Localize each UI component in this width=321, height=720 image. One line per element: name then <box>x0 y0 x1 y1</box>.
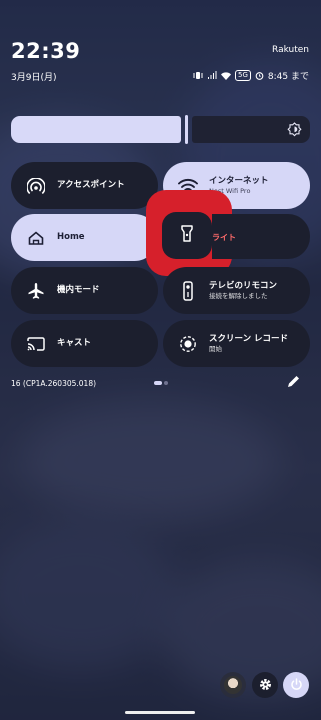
tile-flashlight[interactable] <box>162 212 212 259</box>
tile-screen-record[interactable]: スクリーン レコード 開始 <box>163 320 310 367</box>
tv-remote-icon <box>177 280 199 302</box>
screen-record-icon <box>177 333 199 355</box>
gear-icon <box>259 676 272 695</box>
brightness-fill <box>11 116 181 143</box>
tile-home[interactable]: Home <box>11 214 158 261</box>
status-icons: 5G 8:45 まで <box>193 69 309 82</box>
tile-screen-record-label: スクリーン レコード <box>209 333 289 344</box>
page-dot-active <box>154 381 162 385</box>
wifi-status-icon <box>221 71 232 80</box>
settings-button[interactable] <box>252 672 278 698</box>
brightness-icon <box>287 122 302 141</box>
brightness-thumb[interactable] <box>185 115 188 144</box>
edit-icon[interactable] <box>286 374 301 393</box>
avatar <box>224 676 242 694</box>
hotspot-icon <box>25 175 47 197</box>
alarm-text: 8:45 まで <box>267 72 309 82</box>
tile-tv-remote-sub: 接続を解除しました <box>209 291 268 300</box>
tile-airplane[interactable]: 機内モード <box>11 267 158 314</box>
tile-cast[interactable]: キャスト <box>11 320 158 367</box>
user-avatar-button[interactable] <box>220 672 246 698</box>
brightness-slider[interactable] <box>11 115 310 144</box>
home-icon <box>25 227 47 249</box>
flashlight-icon <box>181 225 193 246</box>
tile-hotspot[interactable]: アクセスポイント <box>11 162 158 209</box>
power-icon <box>290 676 303 695</box>
airplane-icon <box>25 280 47 302</box>
signal-icon <box>207 71 217 80</box>
page-indicator <box>154 381 168 385</box>
tile-flashlight-label-area[interactable]: ライト <box>212 214 310 259</box>
date[interactable]: 3月9日(月) <box>11 70 56 83</box>
tile-cast-label: キャスト <box>57 338 92 348</box>
network-badge: 5G <box>235 70 251 81</box>
tile-airplane-label: 機内モード <box>57 285 100 295</box>
tile-screen-record-sub: 開始 <box>209 344 222 353</box>
tile-tv-remote-label: テレビのリモコン <box>209 280 278 291</box>
alarm-icon <box>255 71 264 80</box>
carrier-label: Rakuten <box>272 45 309 55</box>
tile-internet-label: インターネット <box>209 175 269 186</box>
tile-flashlight-label: ライト <box>212 233 236 242</box>
cast-icon <box>25 333 47 355</box>
gesture-handle[interactable] <box>125 711 195 714</box>
vibrate-icon <box>193 71 203 80</box>
tile-hotspot-label: アクセスポイント <box>57 180 125 190</box>
power-button[interactable] <box>283 672 309 698</box>
clock[interactable]: 22:39 <box>11 39 80 63</box>
page-dot <box>164 381 168 385</box>
tile-tv-remote[interactable]: テレビのリモコン 接続を解除しました <box>163 267 310 314</box>
tile-home-label: Home <box>57 232 85 242</box>
build-number[interactable]: 16 (CP1A.260305.018) <box>11 379 96 388</box>
